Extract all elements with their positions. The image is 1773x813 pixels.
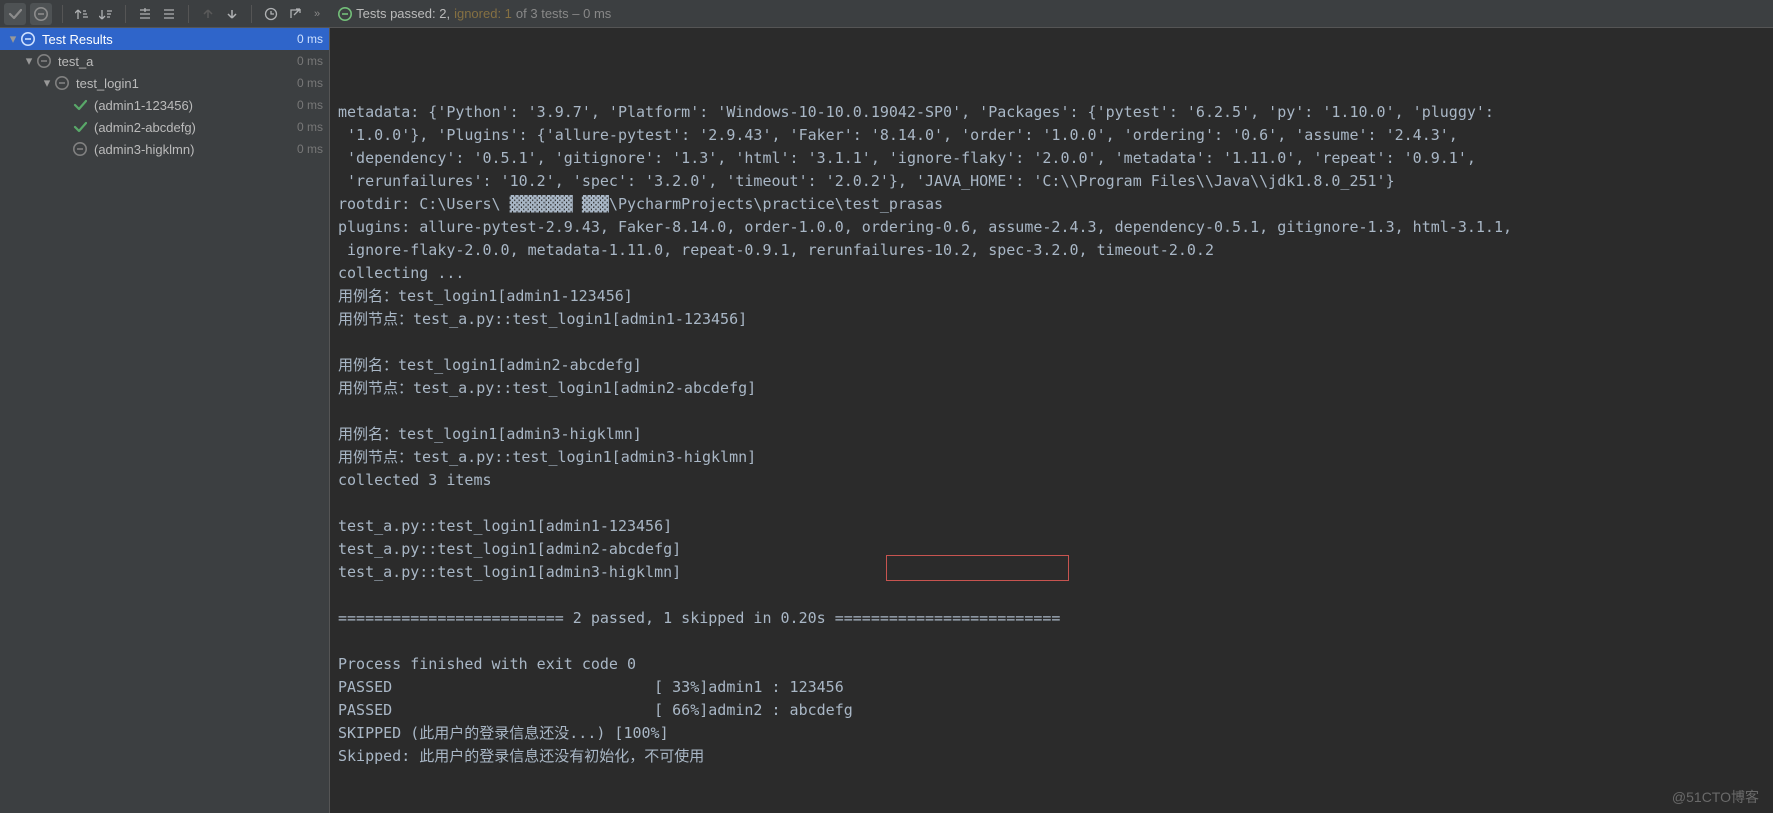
console-line: plugins: allure-pytest-2.9.43, Faker-8.1… bbox=[338, 216, 1765, 239]
sort-alpha-asc-button[interactable] bbox=[71, 3, 93, 25]
tree-time: 0 ms bbox=[297, 76, 323, 90]
tree-suite-test_a[interactable]: ▾ test_a 0 ms bbox=[0, 50, 329, 72]
prev-failed-button[interactable] bbox=[197, 3, 219, 25]
tree-suite-test_login1[interactable]: ▾ test_login1 0 ms bbox=[0, 72, 329, 94]
console-line: collected 3 items bbox=[338, 469, 1765, 492]
tree-label: (admin2-abcdefg) bbox=[94, 120, 196, 135]
console-line: SKIPPED (此用户的登录信息还没...) [100%] bbox=[338, 722, 1765, 745]
show-passed-toggle[interactable] bbox=[4, 3, 26, 25]
console-line bbox=[338, 331, 1765, 354]
status-passed: Tests passed: 2, bbox=[356, 6, 450, 21]
tree-test-admin3[interactable]: (admin3-higklmn) 0 ms bbox=[0, 138, 329, 160]
console-line: Skipped: 此用户的登录信息还没有初始化，不可使用 bbox=[338, 745, 1765, 768]
separator bbox=[251, 5, 252, 23]
console-line: metadata: {'Python': '3.9.7', 'Platform'… bbox=[338, 101, 1765, 124]
watermark: @51CTO博客 bbox=[1672, 787, 1759, 807]
tree-time: 0 ms bbox=[297, 98, 323, 112]
test-skipped-icon bbox=[72, 141, 88, 157]
console-line: 用例名：test_login1[admin2-abcdefg] bbox=[338, 354, 1765, 377]
console-output[interactable]: metadata: {'Python': '3.9.7', 'Platform'… bbox=[330, 28, 1773, 813]
console-line: test_a.py::test_login1[admin1-123456] bbox=[338, 515, 1765, 538]
tree-test-admin2[interactable]: (admin2-abcdefg) 0 ms bbox=[0, 116, 329, 138]
console-line: rootdir: C:\Users\ ▓▓▓▓▓▓▓ ▓▓▓\PycharmPr… bbox=[338, 193, 1765, 216]
console-line bbox=[338, 630, 1765, 653]
tree-time: 0 ms bbox=[297, 32, 323, 46]
test-status-text: Tests passed: 2, ignored: 1 of 3 tests –… bbox=[338, 6, 611, 21]
separator bbox=[125, 5, 126, 23]
collapse-all-button[interactable] bbox=[158, 3, 180, 25]
show-ignored-toggle[interactable] bbox=[30, 3, 52, 25]
more-actions-button[interactable]: » bbox=[314, 8, 320, 20]
console-line bbox=[338, 584, 1765, 607]
next-failed-button[interactable] bbox=[221, 3, 243, 25]
console-line: 用例节点：test_a.py::test_login1[admin3-higkl… bbox=[338, 446, 1765, 469]
console-line: Process finished with exit code 0 bbox=[338, 653, 1765, 676]
test-passed-icon bbox=[72, 97, 88, 113]
suite-passed-icon bbox=[36, 53, 52, 69]
console-line: test_a.py::test_login1[admin2-abcdefg] bbox=[338, 538, 1765, 561]
tree-root-test-results[interactable]: ▾ Test Results 0 ms bbox=[0, 28, 329, 50]
expand-all-button[interactable] bbox=[134, 3, 156, 25]
separator bbox=[188, 5, 189, 23]
tree-label: test_login1 bbox=[76, 76, 139, 91]
console-line: 用例名：test_login1[admin1-123456] bbox=[338, 285, 1765, 308]
separator bbox=[62, 5, 63, 23]
console-line: test_a.py::test_login1[admin3-higklmn] bbox=[338, 561, 1765, 584]
tree-time: 0 ms bbox=[297, 120, 323, 134]
export-results-button[interactable] bbox=[284, 3, 306, 25]
tree-label: test_a bbox=[58, 54, 93, 69]
console-line: 用例名：test_login1[admin3-higklmn] bbox=[338, 423, 1765, 446]
tree-label: (admin1-123456) bbox=[94, 98, 193, 113]
status-ignored: ignored: 1 bbox=[454, 6, 512, 21]
console-line: 'dependency': '0.5.1', 'gitignore': '1.3… bbox=[338, 147, 1765, 170]
tree-test-admin1[interactable]: (admin1-123456) 0 ms bbox=[0, 94, 329, 116]
console-line: 用例节点：test_a.py::test_login1[admin2-abcde… bbox=[338, 377, 1765, 400]
console-line: ignore-flaky-2.0.0, metadata-1.11.0, rep… bbox=[338, 239, 1765, 262]
console-line: PASSED [ 33%]admin1 : 123456 bbox=[338, 676, 1765, 699]
console-line: ========================= 2 passed, 1 sk… bbox=[338, 607, 1765, 630]
console-line: collecting ... bbox=[338, 262, 1765, 285]
tree-time: 0 ms bbox=[297, 142, 323, 156]
test-tree-panel[interactable]: ▾ Test Results 0 ms ▾ test_a 0 ms ▾ test… bbox=[0, 28, 330, 813]
tree-label: Test Results bbox=[42, 32, 113, 47]
tree-label: (admin3-higklmn) bbox=[94, 142, 194, 157]
console-line bbox=[338, 492, 1765, 515]
console-line: '1.0.0'}, 'Plugins': {'allure-pytest': '… bbox=[338, 124, 1765, 147]
test-history-button[interactable] bbox=[260, 3, 282, 25]
tree-time: 0 ms bbox=[297, 54, 323, 68]
console-line: PASSED [ 66%]admin2 : abcdefg bbox=[338, 699, 1765, 722]
console-line bbox=[338, 400, 1765, 423]
suite-passed-icon bbox=[54, 75, 70, 91]
console-line: 'rerunfailures': '10.2', 'spec': '3.2.0'… bbox=[338, 170, 1765, 193]
console-line: 用例节点：test_a.py::test_login1[admin1-12345… bbox=[338, 308, 1765, 331]
test-passed-icon bbox=[72, 119, 88, 135]
status-total: of 3 tests – 0 ms bbox=[516, 6, 611, 21]
test-toolbar: » Tests passed: 2, ignored: 1 of 3 tests… bbox=[0, 0, 1773, 28]
suite-passed-icon bbox=[20, 31, 36, 47]
sort-alpha-desc-button[interactable] bbox=[95, 3, 117, 25]
